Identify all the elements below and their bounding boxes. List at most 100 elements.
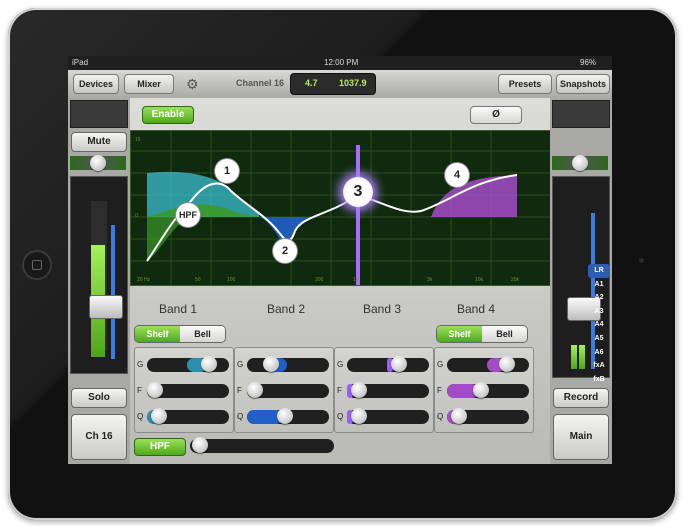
app-screen: iPad 12:00 PM 96% Devices Mixer ⚙ Channe… — [68, 56, 612, 464]
route-a2[interactable]: A2 — [588, 291, 610, 305]
band-2-node[interactable]: 2 — [273, 239, 297, 263]
channel-title: Channel 16 — [236, 78, 285, 88]
band-1-q-slider[interactable] — [147, 408, 229, 424]
freq-tick-20hz: 20 Hz — [137, 277, 151, 283]
hpf-frequency-slider[interactable] — [190, 437, 334, 453]
route-a1[interactable]: A1 — [588, 278, 610, 292]
channel-fader-handle[interactable] — [89, 295, 123, 319]
route-a3[interactable]: A3 — [588, 305, 610, 319]
freq-tick-10k: 10k — [475, 277, 484, 283]
main-scribble-strip — [552, 100, 610, 128]
band-4-shelf[interactable]: Shelf — [437, 326, 482, 342]
mute-button[interactable]: Mute — [71, 132, 127, 152]
band-3-g-label: G — [337, 360, 344, 369]
eq-graph[interactable]: 15 0 20 Hz 50 100 300 1k 3k 10k 20k HPF … — [130, 130, 552, 286]
band-1-node[interactable]: 1 — [215, 159, 239, 183]
main-pan-slider[interactable] — [552, 155, 608, 171]
gear-icon[interactable]: ⚙ — [186, 76, 199, 93]
band-4-node[interactable]: 4 — [445, 163, 469, 187]
nav-bar: Devices Mixer ⚙ Channel 16 4.7 1037.9 Pr… — [68, 70, 612, 99]
main-pan-knob[interactable] — [572, 155, 588, 171]
band-1-gain-slider[interactable] — [147, 356, 229, 372]
band-1-bell[interactable]: Bell — [180, 326, 225, 342]
band-3-node[interactable]: 3 — [343, 177, 373, 207]
eq-enable-button[interactable]: Enable — [142, 106, 194, 124]
freq-tick-20k: 20k — [511, 277, 520, 283]
band-4-controls: G F Q — [434, 347, 534, 433]
main-meter-left — [571, 345, 577, 369]
devices-button[interactable]: Devices — [73, 74, 119, 94]
solo-button[interactable]: Solo — [71, 388, 127, 408]
channel-meter — [70, 176, 128, 374]
route-fxa[interactable]: fxA — [588, 359, 610, 373]
band-1-f-label: F — [137, 386, 142, 395]
pan-knob[interactable] — [90, 155, 106, 171]
main-meter-right — [579, 345, 585, 369]
main-button[interactable]: Main — [553, 414, 609, 460]
hpf-button[interactable]: HPF — [134, 438, 186, 456]
band-1-shape-toggle[interactable]: Shelf Bell — [134, 325, 226, 343]
band-3-q-slider[interactable] — [347, 408, 429, 424]
value-display: 4.7 1037.9 — [290, 73, 376, 95]
output-routes-list: LR A1 A2 A3 A4 A5 A6 fxA fxB — [588, 264, 610, 394]
band-3-q-label: Q — [337, 412, 344, 421]
gain-tick-top: 15 — [135, 137, 141, 143]
band-3-gain-slider[interactable] — [347, 356, 429, 372]
route-fxb[interactable]: fxB — [588, 373, 610, 387]
left-channel-strip: Mute Solo Ch 16 — [68, 98, 130, 464]
band-1-q-label: Q — [137, 412, 144, 421]
eq-panel: Enable Ø 15 0 20 Hz 50 100 300 1k 3k 10k… — [130, 98, 552, 464]
route-a5[interactable]: A5 — [588, 332, 610, 346]
route-lr[interactable]: LR — [588, 264, 610, 278]
band-2-label: Band 2 — [266, 302, 306, 316]
band-1-controls: G F Q — [134, 347, 234, 433]
band-4-freq-slider[interactable] — [447, 382, 529, 398]
phase-invert-button[interactable]: Ø — [470, 106, 522, 124]
lcd-right-value: 1037.9 — [339, 78, 367, 88]
band-1-label: Band 1 — [158, 302, 198, 316]
channel-name-button[interactable]: Ch 16 — [71, 414, 127, 460]
band-2-g-label: G — [237, 360, 244, 369]
band-2-controls: G F Q — [234, 347, 334, 433]
band-2-gain-slider[interactable] — [247, 356, 329, 372]
device-label: iPad — [72, 58, 89, 67]
status-bar: iPad 12:00 PM 96% — [68, 56, 612, 70]
gain-tick-zero: 0 — [135, 213, 138, 219]
band-2-f-label: F — [237, 386, 242, 395]
channel-scribble-strip — [70, 100, 128, 128]
home-button[interactable] — [22, 250, 52, 280]
band-4-q-slider[interactable] — [447, 408, 529, 424]
snapshots-button[interactable]: Snapshots — [556, 74, 610, 94]
band-1-g-label: G — [137, 360, 144, 369]
band-2-freq-slider[interactable] — [247, 382, 329, 398]
band-1-shelf[interactable]: Shelf — [135, 326, 180, 342]
freq-tick-300: 300 — [315, 277, 324, 283]
band-4-bell[interactable]: Bell — [482, 326, 527, 342]
clock: 12:00 PM — [324, 58, 359, 67]
battery-level: 96% — [580, 58, 597, 67]
hpf-node[interactable]: HPF — [176, 203, 200, 227]
route-a6[interactable]: A6 — [588, 346, 610, 360]
band-4-shape-toggle[interactable]: Shelf Bell — [436, 325, 528, 343]
meter-level-blue — [111, 225, 115, 359]
lcd-left-value: 4.7 — [305, 78, 318, 88]
freq-tick-1k: 1k — [353, 277, 359, 283]
band-3-freq-slider[interactable] — [347, 382, 429, 398]
band-3-label: Band 3 — [362, 302, 402, 316]
band-3-controls: G F Q — [334, 347, 434, 433]
band-4-gain-slider[interactable] — [447, 356, 529, 372]
band-1-freq-slider[interactable] — [147, 382, 229, 398]
band-4-f-label: F — [437, 386, 442, 395]
band-4-g-label: G — [437, 360, 444, 369]
pan-slider[interactable] — [70, 155, 126, 171]
freq-tick-50: 50 — [195, 277, 201, 283]
band-3-f-label: F — [337, 386, 342, 395]
band-4-label: Band 4 — [456, 302, 496, 316]
mixer-button[interactable]: Mixer — [124, 74, 174, 94]
band-2-q-slider[interactable] — [247, 408, 329, 424]
freq-tick-3k: 3k — [427, 277, 433, 283]
freq-tick-100: 100 — [227, 277, 236, 283]
band-2-q-label: Q — [237, 412, 244, 421]
presets-button[interactable]: Presets — [498, 74, 552, 94]
route-a4[interactable]: A4 — [588, 318, 610, 332]
